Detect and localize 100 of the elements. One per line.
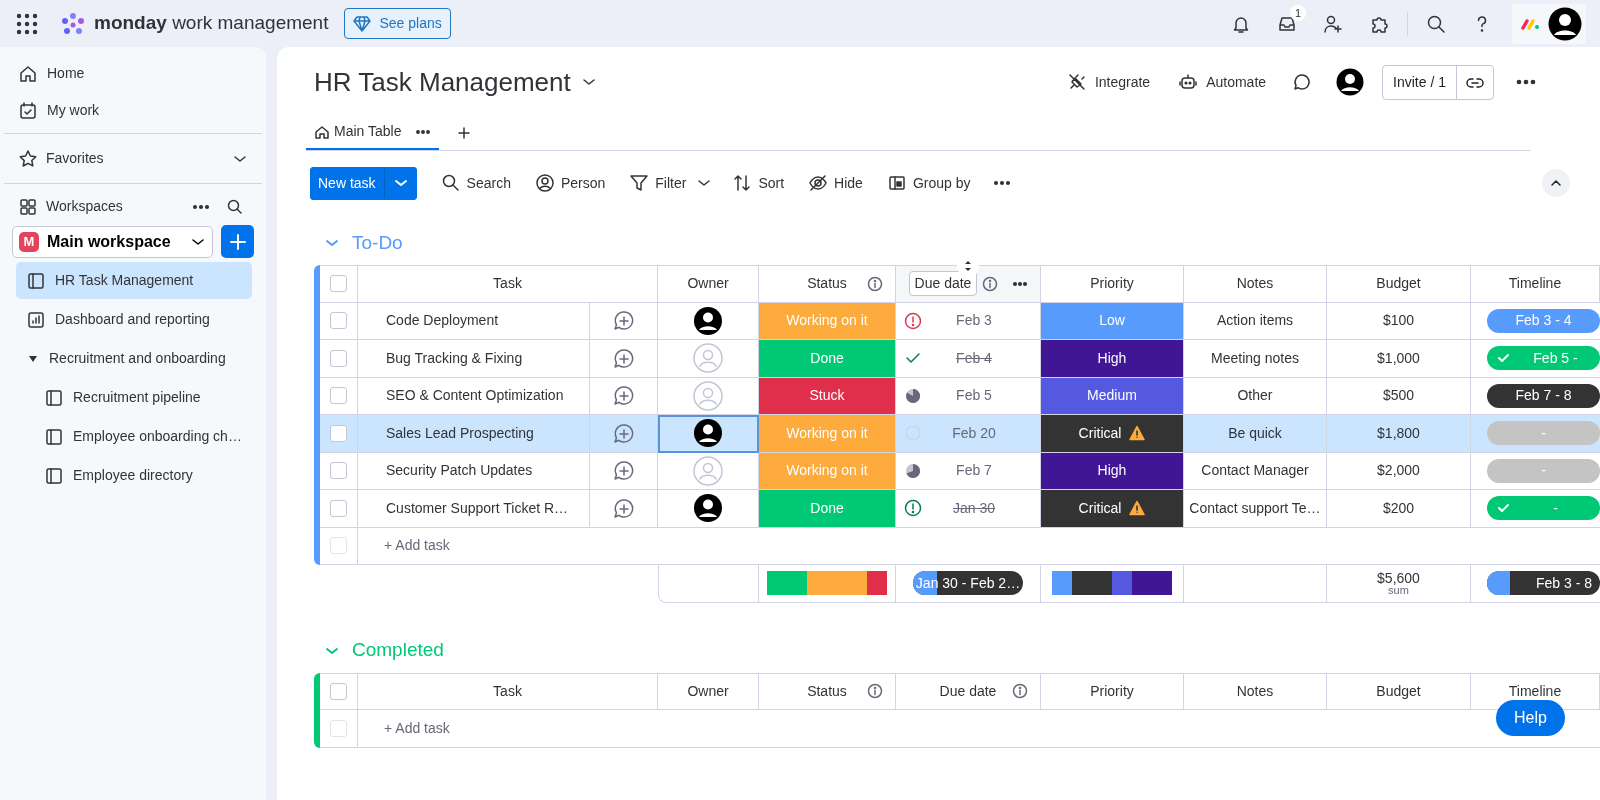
view-tab[interactable]: Main Table xyxy=(306,117,440,150)
checkbox[interactable] xyxy=(330,275,347,293)
toolbar-button[interactable]: Group by xyxy=(878,168,979,198)
due-date[interactable]: Feb 5 xyxy=(944,385,1040,407)
avatar-icon[interactable] xyxy=(693,493,723,524)
add-update-icon[interactable] xyxy=(612,347,635,369)
toolbar-button[interactable]: Automate xyxy=(1172,70,1273,94)
avatar-icon[interactable] xyxy=(1548,6,1582,41)
toolbar-button[interactable]: Sort xyxy=(724,168,793,198)
avatar-icon[interactable] xyxy=(693,418,723,449)
budget-value[interactable]: $1,800 xyxy=(1377,422,1420,444)
info-icon[interactable] xyxy=(1012,683,1028,700)
column-header[interactable]: Status xyxy=(807,680,847,702)
column-header[interactable]: Priority xyxy=(1090,680,1134,702)
info-icon[interactable] xyxy=(982,275,998,292)
info-icon[interactable] xyxy=(867,275,883,292)
checkbox[interactable] xyxy=(330,424,347,442)
notes-text[interactable]: Meeting notes xyxy=(1211,347,1299,369)
add-update-icon[interactable] xyxy=(612,385,635,407)
sidebar-item[interactable]: Dashboard and reporting xyxy=(16,301,252,338)
budget-value[interactable]: $1,000 xyxy=(1377,347,1420,369)
column-header[interactable]: Task xyxy=(493,273,522,295)
priority-label[interactable]: Medium xyxy=(1041,377,1184,415)
person-icon xyxy=(534,173,555,193)
checkbox[interactable] xyxy=(330,349,347,367)
search-icon[interactable] xyxy=(1426,13,1446,34)
add-update-icon[interactable] xyxy=(612,310,635,332)
account-menu[interactable] xyxy=(1512,3,1586,44)
checkbox[interactable] xyxy=(330,387,347,405)
checkbox[interactable] xyxy=(330,312,347,330)
notes-text[interactable]: Other xyxy=(1237,385,1273,407)
notes-text[interactable]: Contact Manager xyxy=(1201,460,1309,482)
budget-value[interactable]: $100 xyxy=(1382,310,1415,332)
due-date[interactable]: Feb 4 xyxy=(944,347,1040,369)
favorites-item[interactable]: Favorites xyxy=(4,138,262,179)
info-icon[interactable] xyxy=(867,683,883,700)
grid-icon xyxy=(18,196,38,217)
budget-value[interactable]: $2,000 xyxy=(1377,460,1420,482)
sidebar-item[interactable]: Employee directory xyxy=(16,457,252,494)
chat-bubble-icon[interactable] xyxy=(1292,72,1313,92)
board-icon xyxy=(26,270,46,291)
sidebar-item[interactable]: My work xyxy=(4,92,262,129)
new-task-button[interactable]: New task xyxy=(310,166,385,200)
checkbox[interactable] xyxy=(330,462,347,480)
task-name[interactable]: Bug Tracking & Fixing xyxy=(358,340,590,378)
notes-text[interactable]: Action items xyxy=(1216,310,1294,332)
plus-icon[interactable] xyxy=(457,126,472,140)
priority-label[interactable]: Critical xyxy=(1041,415,1184,453)
column-header[interactable]: Priority xyxy=(1090,273,1134,295)
due-date[interactable]: Feb 7 xyxy=(944,460,1040,482)
due-date[interactable]: Feb 3 xyxy=(944,310,1040,332)
priority-label[interactable]: High xyxy=(1041,452,1184,490)
checkbox[interactable] xyxy=(330,719,347,737)
sidebar-item[interactable]: Home xyxy=(4,55,262,92)
collapse-button[interactable] xyxy=(1542,169,1570,197)
sidebar-item[interactable]: Recruitment pipeline xyxy=(16,379,252,416)
priority-label[interactable]: Critical xyxy=(1041,490,1184,528)
column-header[interactable]: Budget xyxy=(1376,680,1421,702)
add-person-icon[interactable] xyxy=(1323,13,1343,34)
workspace-selector[interactable]: M Main workspace xyxy=(12,225,213,258)
column-header[interactable]: Notes xyxy=(1236,273,1274,295)
column-header[interactable]: Budget xyxy=(1376,273,1421,295)
checkbox[interactable] xyxy=(330,537,347,555)
column-header[interactable]: Status xyxy=(807,273,847,295)
add-update-icon[interactable] xyxy=(612,460,635,482)
toolbar-button[interactable]: Search xyxy=(432,168,519,198)
apps-menu-icon[interactable] xyxy=(16,12,38,35)
avatar-icon[interactable] xyxy=(1336,68,1365,96)
timeline-bar[interactable]: Feb 7 - 8 xyxy=(1487,383,1600,408)
add-update-icon[interactable] xyxy=(612,422,635,444)
task-name[interactable]: Security Patch Updates xyxy=(358,452,590,490)
toolbar-button[interactable]: Integrate xyxy=(1060,70,1157,94)
add-button[interactable] xyxy=(221,225,254,258)
priority-label[interactable]: High xyxy=(1041,340,1184,378)
budget-value[interactable]: $200 xyxy=(1382,497,1415,519)
checkbox[interactable] xyxy=(330,499,347,517)
sidebar-item[interactable]: Recruitment and onboarding xyxy=(16,340,252,377)
task-name[interactable]: Customer Support Ticket R… xyxy=(358,490,590,528)
status-label[interactable]: Stuck xyxy=(759,377,896,415)
sidebar-item[interactable]: HR Task Management xyxy=(16,262,252,299)
budget-value[interactable]: $500 xyxy=(1382,385,1415,407)
search-icon[interactable] xyxy=(226,197,244,216)
notes-text[interactable]: Contact support Te… xyxy=(1189,497,1321,519)
add-update-icon[interactable] xyxy=(612,497,635,519)
see-plans-button[interactable]: See plans xyxy=(344,8,451,39)
column-header[interactable]: Due date xyxy=(908,271,978,297)
toolbar-button[interactable]: Person xyxy=(526,168,614,198)
avatar-icon[interactable] xyxy=(693,305,723,336)
column-header[interactable]: Task xyxy=(493,680,522,702)
task-name[interactable]: Sales Lead Prospecting xyxy=(358,415,590,453)
toolbar-button[interactable]: Filter xyxy=(621,168,695,198)
column-header[interactable]: Notes xyxy=(1236,680,1274,702)
due-date[interactable]: Jan 30 xyxy=(944,497,1040,519)
task-name[interactable]: Code Deployment xyxy=(358,302,590,340)
checkbox[interactable] xyxy=(330,682,347,700)
sidebar-item[interactable]: Employee onboarding ch… xyxy=(16,418,252,455)
add-task-link[interactable]: + Add task xyxy=(384,717,450,739)
toolbar-button[interactable]: Hide xyxy=(800,168,871,198)
help-button[interactable]: Help xyxy=(1496,700,1565,736)
add-task-link[interactable]: + Add task xyxy=(384,535,450,557)
